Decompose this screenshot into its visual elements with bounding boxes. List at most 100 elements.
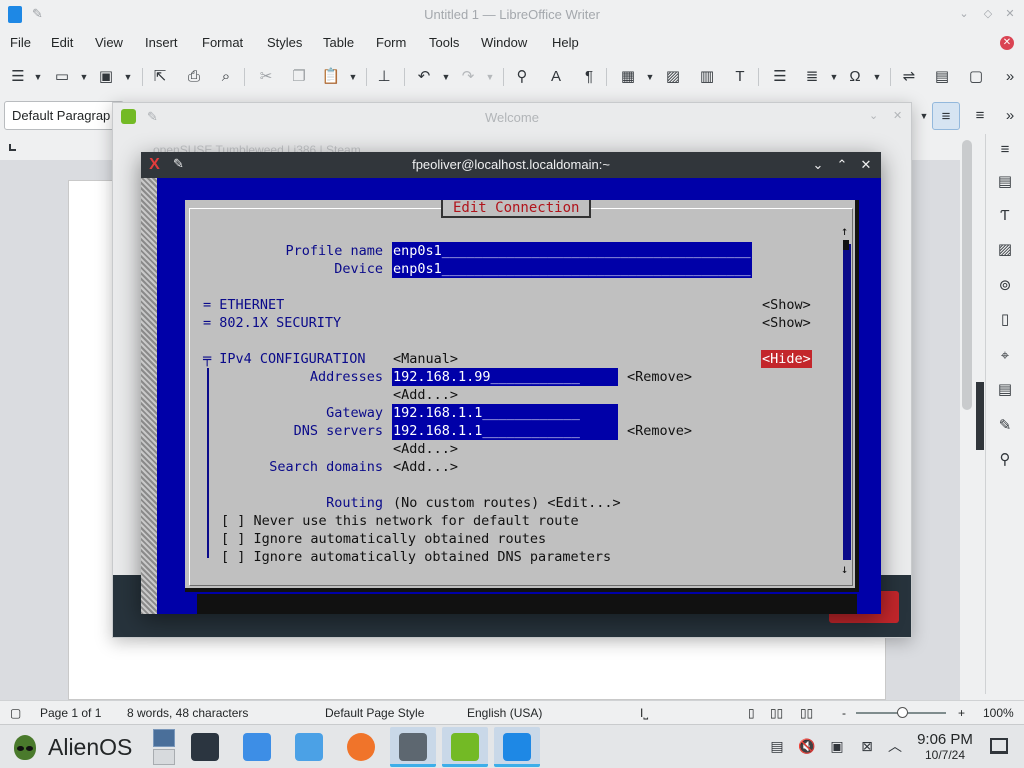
page-icon[interactable]: ▯ bbox=[995, 310, 1015, 330]
new-document-icon[interactable]: ☰ bbox=[8, 67, 28, 87]
manage-changes-icon[interactable]: ▤ bbox=[995, 380, 1015, 400]
menu-table[interactable]: Table bbox=[323, 35, 354, 50]
security-show-button[interactable]: <Show> bbox=[762, 314, 811, 332]
task-system-settings[interactable] bbox=[182, 727, 228, 767]
chevron-down-icon[interactable]: ▼ bbox=[74, 67, 94, 87]
menu-form[interactable]: Form bbox=[376, 35, 406, 50]
os-name[interactable]: AlienOS bbox=[48, 734, 132, 761]
sidebar-collapse-handle[interactable] bbox=[976, 382, 984, 450]
ethernet-show-button[interactable]: <Show> bbox=[762, 296, 811, 314]
maximize-icon[interactable]: ⌃ bbox=[833, 156, 851, 174]
virtual-desktop-pager[interactable] bbox=[153, 729, 175, 765]
styles-icon[interactable]: Ƭ bbox=[995, 206, 1015, 226]
insert-field-icon[interactable]: ≣ bbox=[802, 67, 822, 87]
volume-muted-icon[interactable]: 🔇 bbox=[798, 737, 816, 755]
copy-icon[interactable]: ❐ bbox=[289, 67, 309, 87]
find-replace-icon[interactable]: ⚲ bbox=[995, 450, 1015, 470]
redo-icon[interactable]: ↷ bbox=[458, 67, 478, 87]
single-page-view-icon[interactable]: ▯ bbox=[748, 706, 755, 720]
menu-view[interactable]: View bbox=[95, 35, 123, 50]
zoom-in-button[interactable]: + bbox=[958, 706, 965, 720]
insert-textbox-icon[interactable]: T bbox=[730, 67, 750, 87]
word-count[interactable]: 8 words, 48 characters bbox=[127, 706, 248, 720]
insert-hyperlink-icon[interactable]: ⇌ bbox=[899, 67, 919, 87]
clone-formatting-icon[interactable]: ⊥ bbox=[374, 67, 394, 87]
zoom-out-button[interactable]: - bbox=[842, 706, 846, 720]
show-desktop-icon[interactable] bbox=[990, 738, 1008, 754]
close-icon[interactable]: ✕ bbox=[1002, 6, 1018, 22]
insert-chart-icon[interactable]: ▥ bbox=[697, 67, 717, 87]
more-options-icon[interactable]: » bbox=[996, 102, 1024, 130]
task-file-manager[interactable] bbox=[286, 727, 332, 767]
clock[interactable]: 9:06 PM 10/7/24 bbox=[912, 731, 978, 762]
book-view-icon[interactable]: ▯▯ bbox=[800, 706, 813, 720]
sidebar-menu-icon[interactable]: ≡ bbox=[995, 140, 1015, 160]
chevron-down-icon[interactable]: ▼ bbox=[28, 67, 48, 87]
spelling-icon[interactable]: A bbox=[546, 67, 566, 87]
align-center-icon[interactable]: ≡ bbox=[966, 102, 994, 130]
insert-page-break-icon[interactable]: ☰ bbox=[770, 67, 790, 87]
ignore-dns-checkbox[interactable]: [ ] Ignore automatically obtained DNS pa… bbox=[221, 548, 611, 566]
cut-icon[interactable]: ✂ bbox=[256, 67, 276, 87]
undo-icon[interactable]: ↶ bbox=[414, 67, 434, 87]
page-count[interactable]: Page 1 of 1 bbox=[40, 706, 101, 720]
ipv4-method-select[interactable]: <Manual> bbox=[393, 350, 458, 368]
task-firefox[interactable] bbox=[338, 727, 384, 767]
network-disconnected-icon[interactable]: ⊠ bbox=[858, 737, 876, 755]
document-scrollbar[interactable] bbox=[962, 140, 972, 410]
add-address-button[interactable]: <Add...> bbox=[393, 386, 458, 404]
zoom-slider-thumb[interactable] bbox=[897, 707, 908, 718]
insert-comment-icon[interactable]: ▢ bbox=[966, 67, 986, 87]
menu-tools[interactable]: Tools bbox=[429, 35, 459, 50]
insert-image-icon[interactable]: ▨ bbox=[663, 67, 683, 87]
close-icon[interactable]: ✕ bbox=[857, 156, 875, 174]
clipboard-icon[interactable]: ▤ bbox=[768, 737, 786, 755]
menu-window[interactable]: Window bbox=[481, 35, 527, 50]
add-search-domain-button[interactable]: <Add...> bbox=[393, 458, 458, 476]
remove-dns-button[interactable]: <Remove> bbox=[627, 422, 692, 440]
minimize-icon[interactable]: ⌄ bbox=[956, 6, 972, 22]
insert-footnote-icon[interactable]: ▤ bbox=[932, 67, 952, 87]
properties-icon[interactable]: ▤ bbox=[995, 172, 1015, 192]
add-dns-button[interactable]: <Add...> bbox=[393, 440, 458, 458]
menu-insert[interactable]: Insert bbox=[145, 35, 178, 50]
align-left-icon[interactable]: ≡ bbox=[932, 102, 960, 130]
gallery-icon[interactable]: ▨ bbox=[995, 240, 1015, 260]
routing-edit-button[interactable]: (No custom routes) <Edit...> bbox=[393, 494, 621, 512]
paragraph-style-combo[interactable]: Default Paragrap bbox=[4, 101, 124, 130]
chevron-down-icon[interactable]: ▼ bbox=[867, 67, 887, 87]
desktop-1[interactable] bbox=[153, 729, 175, 747]
close-icon[interactable]: ✕ bbox=[893, 109, 902, 122]
minimize-icon[interactable]: ⌄ bbox=[869, 109, 878, 122]
storage-icon[interactable]: ▣ bbox=[828, 737, 846, 755]
formatting-marks-icon[interactable]: ¶ bbox=[579, 67, 599, 87]
special-character-icon[interactable]: Ω bbox=[845, 67, 865, 87]
print-preview-icon[interactable]: ⌕ bbox=[216, 67, 236, 87]
close-document-icon[interactable]: ✕ bbox=[1000, 36, 1014, 50]
zoom-level[interactable]: 100% bbox=[983, 706, 1014, 720]
dialog-scrollbar-thumb[interactable] bbox=[843, 240, 849, 250]
page-style[interactable]: Default Page Style bbox=[325, 706, 424, 720]
chevron-down-icon[interactable]: ▼ bbox=[640, 67, 660, 87]
more-options-icon[interactable]: » bbox=[1000, 67, 1020, 87]
menu-edit[interactable]: Edit bbox=[51, 35, 73, 50]
tray-expand-icon[interactable]: ︿ bbox=[886, 737, 904, 755]
chevron-down-icon[interactable]: ▼ bbox=[480, 67, 500, 87]
remove-address-button[interactable]: <Remove> bbox=[627, 368, 692, 386]
export-pdf-icon[interactable]: ⇱ bbox=[150, 67, 170, 87]
minimize-icon[interactable]: ⌄ bbox=[809, 156, 827, 174]
alien-launcher-icon[interactable] bbox=[12, 733, 40, 761]
open-folder-icon[interactable]: ▭ bbox=[52, 67, 72, 87]
task-writer[interactable] bbox=[494, 727, 540, 767]
paste-icon[interactable]: 📋 bbox=[321, 67, 341, 87]
chevron-down-icon[interactable]: ▼ bbox=[824, 67, 844, 87]
address-field[interactable]: 192.168.1.99___________ bbox=[392, 368, 618, 386]
design-icon[interactable]: ✎ bbox=[995, 416, 1015, 436]
insert-table-icon[interactable]: ▦ bbox=[618, 67, 638, 87]
chevron-down-icon[interactable]: ▼ bbox=[118, 67, 138, 87]
text-language[interactable]: English (USA) bbox=[467, 706, 542, 720]
find-icon[interactable]: ⚲ bbox=[512, 67, 532, 87]
ignore-routes-checkbox[interactable]: [ ] Ignore automatically obtained routes bbox=[221, 530, 546, 548]
style-inspector-icon[interactable]: ⌖ bbox=[995, 346, 1015, 366]
task-discover[interactable] bbox=[234, 727, 280, 767]
